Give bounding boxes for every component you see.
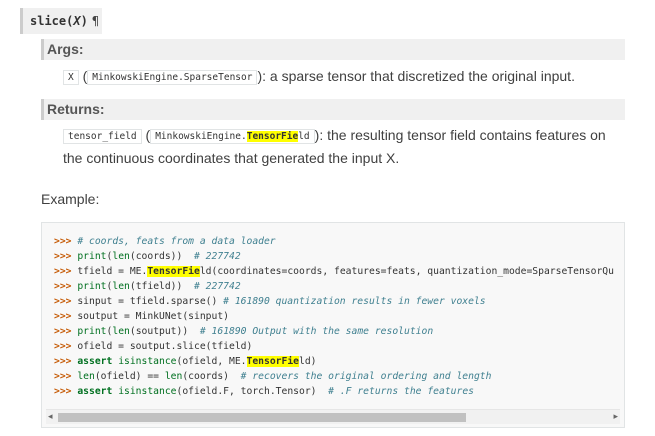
returns-heading: Returns:: [41, 99, 625, 120]
example-label: Example:: [41, 191, 100, 207]
code-token: print: [77, 251, 107, 262]
code-lines: >>> # coords, feats from a data loader >>…: [54, 234, 614, 399]
code-token: (soutput)): [129, 326, 200, 337]
code-token: ofield = soutput.slice(tfield): [77, 341, 253, 352]
return-type: MinkowskiEngine.TensorField: [150, 129, 315, 144]
search-highlight: TensorFie: [246, 131, 299, 142]
code-line: >>> len(ofield) == len(coords) # recover…: [54, 369, 614, 384]
code-token: assert: [77, 356, 113, 367]
code-comment: # recovers the original ordering and len…: [240, 371, 492, 382]
code-comment: # 161890 Output with the same resolution: [199, 326, 434, 337]
prompt-marker: >>>: [54, 371, 78, 382]
scroll-right-icon[interactable]: ▸: [613, 411, 618, 422]
param-name: X: [63, 70, 79, 85]
prompt-marker: >>>: [54, 266, 78, 277]
search-highlight: TensorFie: [147, 266, 200, 277]
returns-entry: tensor_field (MinkowskiEngine.TensorFiel…: [63, 127, 606, 144]
search-highlight: TensorFie: [246, 356, 300, 367]
code-token: (ofield.F, torch.Tensor): [176, 386, 329, 397]
code-line: >>> # coords, feats from a data loader: [54, 234, 614, 249]
code-comment: # 227742: [194, 251, 241, 262]
horizontal-scrollbar[interactable]: ◂ ▸: [46, 409, 620, 424]
code-token: (coords): [182, 371, 241, 382]
code-line: >>> ofield = soutput.slice(tfield): [54, 339, 614, 354]
scrollbar-thumb[interactable]: [58, 413, 466, 422]
code-token: (ofield, ME.: [176, 356, 247, 367]
code-line: >>> assert isinstance(ofield.F, torch.Te…: [54, 384, 614, 399]
prompt-marker: >>>: [54, 341, 78, 352]
return-description: : the resulting tensor field contains fe…: [319, 127, 606, 143]
prompt-marker: >>>: [54, 311, 78, 322]
code-block[interactable]: >>> # coords, feats from a data loader >>…: [41, 222, 625, 428]
code-line: >>> print(len(tfield)) # 227742: [54, 279, 614, 294]
scroll-left-icon[interactable]: ◂: [48, 411, 53, 422]
prompt-marker: >>>: [54, 251, 78, 262]
prompt-marker: >>>: [54, 356, 78, 367]
return-description-cont: the continuous coordinates that generate…: [63, 150, 400, 166]
code-line: >>> print(len(coords)) # 227742: [54, 249, 614, 264]
code-comment: # 227742: [194, 281, 241, 292]
code-comment: # coords, feats from a data loader: [77, 236, 276, 247]
prompt-marker: >>>: [54, 386, 78, 397]
code-token: soutput = MinkUNet(sinput): [77, 311, 229, 322]
code-line: >>> print(len(soutput)) # 161890 Output …: [54, 324, 614, 339]
code-token: len: [112, 251, 130, 262]
code-token: ld): [299, 356, 317, 367]
code-token: print: [77, 281, 107, 292]
function-signature: slice(X) ¶: [20, 8, 102, 34]
args-heading: Args:: [41, 39, 625, 60]
code-token: len: [112, 281, 130, 292]
prompt-marker: >>>: [54, 236, 78, 247]
function-arg: X: [73, 14, 81, 28]
code-token: ld(coordinates=coords, features=feats, q…: [199, 266, 614, 277]
code-token: len: [164, 371, 183, 382]
code-token: len: [112, 326, 130, 337]
code-comment: # .F returns the features: [328, 386, 474, 397]
return-name: tensor_field: [63, 129, 142, 144]
code-token: (tfield)): [129, 281, 195, 292]
code-token: print: [77, 326, 107, 337]
code-token: (ofield) ==: [94, 371, 165, 382]
args-entry: X (MinkowskiEngine.SparseTensor): a spar…: [63, 68, 575, 85]
param-description: : a sparse tensor that discretized the o…: [262, 68, 575, 84]
code-token: isinstance: [118, 386, 177, 397]
code-line: >>> soutput = MinkUNet(sinput): [54, 309, 614, 324]
code-token: tfield = ME.: [77, 266, 148, 277]
permalink-icon[interactable]: ¶: [92, 14, 99, 28]
prompt-marker: >>>: [54, 326, 78, 337]
code-token: isinstance: [118, 356, 177, 367]
code-comment: # 161890 quantization results in fewer v…: [223, 296, 486, 307]
code-token: sinput = tfield.sparse(): [77, 296, 224, 307]
prompt-marker: >>>: [54, 281, 78, 292]
code-line: >>> tfield = ME.TensorField(coordinates=…: [54, 264, 614, 279]
code-line: >>> assert isinstance(ofield, ME.TensorF…: [54, 354, 614, 369]
function-name: slice: [30, 14, 67, 28]
code-line: >>> sinput = tfield.sparse() # 161890 qu…: [54, 294, 614, 309]
code-token: assert: [77, 386, 113, 397]
code-token: len: [77, 371, 95, 382]
param-type: MinkowskiEngine.SparseTensor: [87, 70, 258, 85]
code-token: (coords)): [129, 251, 195, 262]
prompt-marker: >>>: [54, 296, 78, 307]
